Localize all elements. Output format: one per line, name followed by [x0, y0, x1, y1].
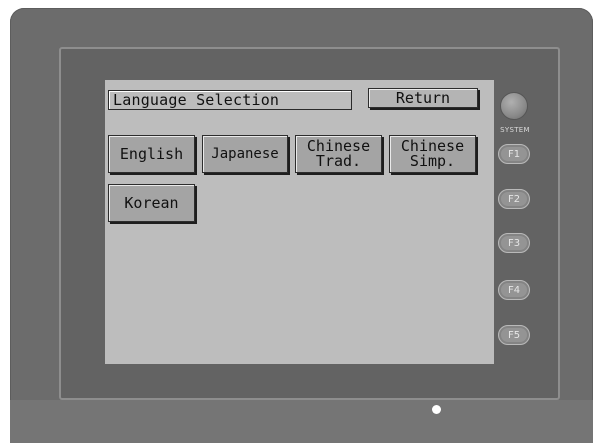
device-lower-panel [10, 400, 593, 443]
language-button-korean[interactable]: Korean [108, 184, 195, 222]
return-button[interactable]: Return [368, 88, 478, 108]
screen-title: Language Selection [108, 90, 352, 110]
function-key-f1[interactable]: F1 [498, 144, 530, 164]
language-button-chinese-traditional[interactable]: Chinese Trad. [295, 135, 382, 173]
language-button-japanese[interactable]: Japanese [202, 135, 288, 173]
system-button[interactable] [500, 92, 528, 120]
language-button-english[interactable]: English [108, 135, 195, 173]
function-key-f4[interactable]: F4 [498, 280, 530, 300]
function-key-f3[interactable]: F3 [498, 233, 530, 253]
touch-screen: Language Selection Return English Japane… [105, 80, 494, 364]
system-label: SYSTEM [500, 126, 530, 134]
function-key-f5[interactable]: F5 [498, 325, 530, 345]
function-key-f2[interactable]: F2 [498, 189, 530, 209]
language-button-chinese-simplified[interactable]: Chinese Simp. [389, 135, 476, 173]
power-indicator-led [432, 405, 441, 414]
